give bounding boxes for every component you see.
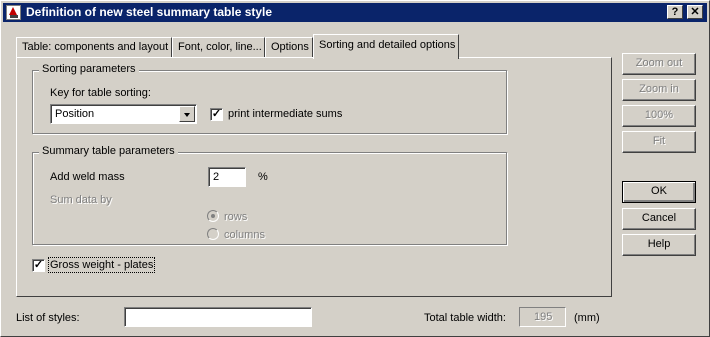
- tab-panel: Sorting parameters Key for table sorting…: [16, 57, 612, 297]
- summary-parameters-group: Summary table parameters Add weld mass 2…: [32, 145, 507, 245]
- table-width-unit: (mm): [574, 312, 600, 324]
- help-title-button[interactable]: ?: [667, 5, 683, 19]
- styles-list-label: List of styles:: [16, 312, 80, 324]
- ok-button[interactable]: OK: [622, 181, 696, 203]
- tab-options[interactable]: Options: [265, 37, 313, 58]
- table-width-value: 195: [534, 311, 553, 323]
- tab-font-color-line[interactable]: Font, color, line...: [172, 37, 265, 58]
- window-title: Definition of new steel summary table st…: [26, 5, 273, 19]
- radio-columns-label: columns: [224, 229, 265, 241]
- weld-mass-unit: %: [258, 171, 268, 183]
- summary-group-label: Summary table parameters: [39, 145, 178, 157]
- weld-mass-value: 2: [213, 171, 220, 183]
- fit-button[interactable]: Fit: [622, 131, 696, 153]
- table-width-label: Total table width:: [424, 312, 506, 324]
- cancel-button[interactable]: Cancel: [622, 208, 696, 230]
- dialog-window: Definition of new steel summary table st…: [0, 0, 710, 337]
- zoom-100-button[interactable]: 100%: [622, 105, 696, 127]
- weld-mass-input[interactable]: 2: [208, 167, 246, 187]
- gross-weight-checkbox[interactable]: ✓: [32, 259, 45, 272]
- title-bar: Definition of new steel summary table st…: [3, 3, 707, 22]
- styles-list-input[interactable]: [124, 307, 312, 327]
- radio-rows-label: rows: [224, 211, 248, 223]
- intermediate-sums-label: print intermediate sums: [228, 108, 343, 120]
- sum-data-by-label: Sum data by: [50, 194, 112, 206]
- sort-key-label: Key for table sorting:: [50, 87, 151, 99]
- radio-columns[interactable]: [207, 228, 219, 240]
- tab-label: Sorting and detailed options: [319, 39, 456, 51]
- help-button[interactable]: Help: [622, 234, 696, 256]
- weld-mass-label: Add weld mass: [50, 171, 125, 183]
- close-button[interactable]: ✕: [687, 5, 703, 19]
- tab-label: Table: components and layout: [22, 41, 169, 53]
- sort-key-combo[interactable]: Position: [50, 104, 197, 124]
- tab-label: Font, color, line...: [178, 41, 262, 53]
- chevron-down-icon[interactable]: [179, 106, 195, 122]
- app-icon: [6, 5, 21, 20]
- sorting-parameters-group: Sorting parameters Key for table sorting…: [32, 63, 507, 134]
- intermediate-sums-checkbox[interactable]: ✓: [210, 108, 223, 121]
- tab-sorting-detailed[interactable]: Sorting and detailed options: [313, 34, 459, 59]
- gross-weight-label[interactable]: Gross weight - plates: [47, 257, 156, 273]
- sorting-group-label: Sorting parameters: [39, 63, 139, 75]
- tab-label: Options: [271, 41, 309, 53]
- zoom-out-button[interactable]: Zoom out: [622, 53, 696, 75]
- radio-rows[interactable]: [207, 210, 219, 222]
- zoom-in-button[interactable]: Zoom in: [622, 79, 696, 101]
- table-width-field: 195: [519, 307, 566, 327]
- tab-table-components[interactable]: Table: components and layout: [16, 37, 172, 58]
- sort-key-value: Position: [55, 108, 95, 120]
